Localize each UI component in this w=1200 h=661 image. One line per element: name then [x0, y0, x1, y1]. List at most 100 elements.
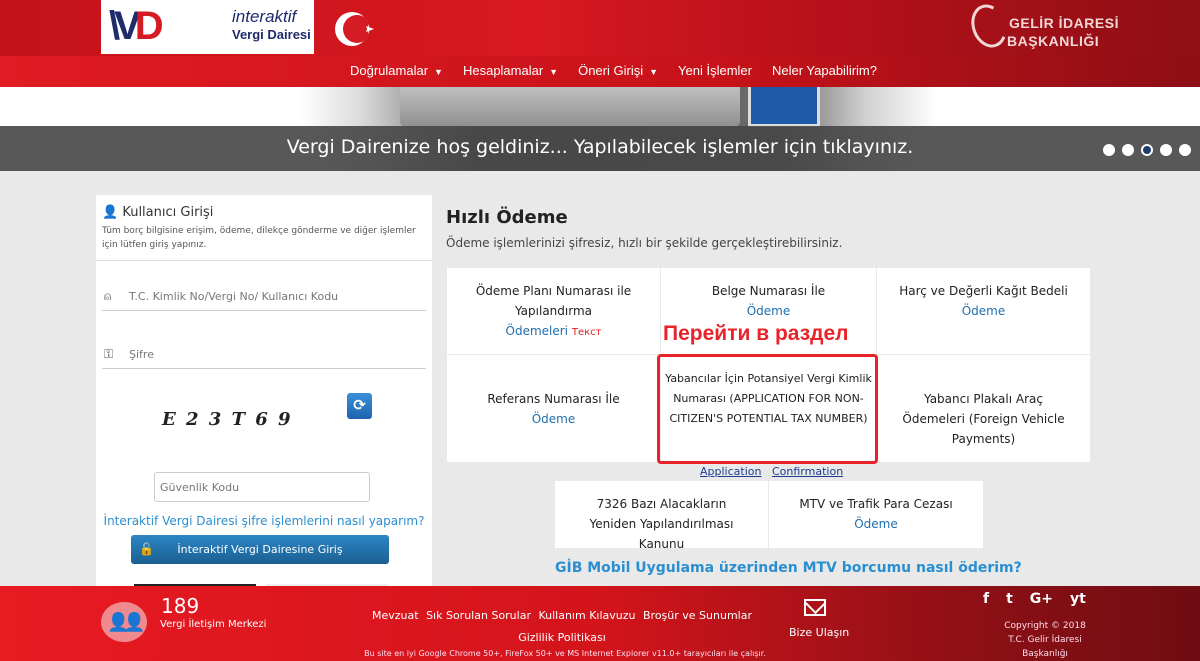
- login-panel: 👤 Kullanıcı Girişi Tüm borç bilgisine er…: [96, 195, 432, 587]
- cell-text: Belge Numarası İle: [711, 284, 826, 298]
- banner-caption-strip: Vergi Dairenize hoş geldiniz... Yapılabi…: [0, 126, 1200, 171]
- login-button-label: İnteraktif Vergi Dairesine Giriş: [177, 543, 343, 556]
- cell-text: Ödeme Planı Numarası ile Yapılandırma: [475, 284, 632, 318]
- footer-link-kilavuz[interactable]: Kullanım Kılavuzu: [538, 609, 635, 622]
- key-icon: ⚿: [104, 347, 114, 361]
- password-help-link[interactable]: İnteraktif Vergi Dairesi şifre işlemleri…: [96, 514, 432, 528]
- slider-dot-active[interactable]: [1141, 144, 1153, 156]
- mtv-help-link[interactable]: GİB Mobil Uygulama üzerinden MTV borcumu…: [555, 560, 1022, 576]
- ivd-logo[interactable]: \VD interaktif Vergi Dairesi: [101, 0, 314, 54]
- browser-note: Bu site en iyi Google Chrome 50+, FireFo…: [364, 649, 766, 658]
- password-field[interactable]: ⚿ Şifre: [102, 337, 426, 369]
- nav-label: Öneri Girişi: [578, 63, 644, 78]
- confirmation-link[interactable]: Confirmation: [772, 465, 843, 478]
- ivd-logo-mark: \VD: [109, 4, 164, 48]
- cell-7326-kanunu[interactable]: 7326 Bazı Alacakların Yeniden Yapılandır…: [555, 481, 768, 551]
- annotation-label: Перейти в раздел: [663, 322, 849, 345]
- cell-harc[interactable]: Harç ve Değerli Kağıt Bedeli Ödeme: [877, 268, 1090, 354]
- gib-logo-line1: GELİR İDARESİ: [1009, 15, 1119, 31]
- captcha-image: E 2 3 T 6 9: [162, 409, 293, 430]
- cell-referans-numarasi[interactable]: Referans Numarası İle Ödeme: [447, 355, 660, 462]
- banner-caption[interactable]: Vergi Dairenize hoş geldiniz... Yapılabi…: [0, 136, 1200, 158]
- quick-payment-title: Hızlı Ödeme: [446, 207, 568, 228]
- slider-dot[interactable]: [1179, 144, 1191, 156]
- envelope-icon[interactable]: [804, 599, 826, 616]
- cell-link[interactable]: Ödeme: [447, 409, 660, 429]
- cell-text: Harç ve Değerli Kağıt Bedeli: [899, 284, 1068, 298]
- header: \VD interaktif Vergi Dairesi GELİR İDARE…: [0, 0, 1200, 56]
- copyright-text: Copyright © 2018: [1004, 621, 1086, 631]
- nav-label: Yeni İşlemler: [678, 63, 752, 78]
- login-description: Tüm borç bilgisine erişim, ödeme, dilekç…: [102, 226, 416, 250]
- quick-payment-subtitle: Ödeme işlemlerinizi şifresiz, hızlı bir …: [446, 236, 843, 250]
- phone-image: [748, 87, 820, 127]
- caret-down-icon: ▼: [649, 67, 659, 77]
- overlay-text: Текст: [571, 327, 602, 338]
- nav-label: Doğrulamalar: [350, 63, 429, 78]
- footer-links: Mevzuat Sık Sorulan Sorular Kullanım Kıl…: [362, 605, 762, 649]
- caret-down-icon: ▼: [549, 67, 559, 77]
- laptop-image: [400, 87, 740, 127]
- cell-link[interactable]: Ödeme: [661, 301, 876, 321]
- social-links: f t G+ yt: [983, 591, 1086, 607]
- slider-dots: [1103, 144, 1191, 156]
- login-title: 👤 Kullanıcı Girişi: [102, 205, 426, 220]
- cell-text: Referans Numarası İle: [487, 392, 620, 406]
- footer-link-mevzuat[interactable]: Mevzuat: [372, 609, 419, 622]
- contact-link[interactable]: Bize Ulaşın: [789, 626, 849, 639]
- cell-text: MTV ve Trafik Para Cezası: [799, 497, 953, 511]
- cell-odeme-plani[interactable]: Ödeme Planı Numarası ile Yapılandırma Öd…: [447, 268, 660, 354]
- refresh-icon: ⟳: [353, 396, 366, 414]
- cell-yabanci-plakali[interactable]: Yabancı Plakalı Araç Ödemeleri (Foreign …: [877, 355, 1090, 462]
- username-field[interactable]: ⍝ T.C. Kimlik No/Vergi No/ Kullanıcı Kod…: [102, 279, 426, 311]
- captcha-refresh-button[interactable]: ⟳: [347, 393, 372, 419]
- call-center-label: Vergi İletişim Merkezi: [160, 619, 267, 630]
- username-placeholder: T.C. Kimlik No/Vergi No/ Kullanıcı Kodu: [129, 290, 339, 303]
- hero-banner[interactable]: Vergi Dairenize hoş geldiniz... Yapılabi…: [0, 87, 1200, 171]
- login-header: 👤 Kullanıcı Girişi Tüm borç bilgisine er…: [96, 195, 432, 261]
- call-center-icon: 👤 👤: [101, 602, 147, 642]
- turkish-flag-icon: [335, 12, 374, 46]
- footer-link-brosur[interactable]: Broşür ve Sunumlar: [643, 609, 752, 622]
- logo-text-interaktif: interaktif: [232, 7, 297, 26]
- slider-dot[interactable]: [1103, 144, 1115, 156]
- call-center-number[interactable]: 189: [161, 594, 199, 618]
- user-icon: 👤: [102, 205, 119, 220]
- nav-label: Hesaplamalar: [462, 63, 544, 78]
- gib-logo-line2: BAŞKANLIĞI: [1007, 33, 1100, 49]
- footer-link-sss[interactable]: Sık Sorulan Sorular: [426, 609, 531, 622]
- gib-logo[interactable]: GELİR İDARESİ BAŞKANLIĞI: [965, 0, 1122, 53]
- logo-text-vergi-dairesi: Vergi Dairesi: [232, 27, 311, 42]
- org-name: T.C. Gelir İdaresi Başkanlığı: [1008, 635, 1082, 659]
- facebook-icon[interactable]: f: [983, 591, 989, 607]
- nav-hesaplamalar[interactable]: Hesaplamalar ▼: [463, 63, 558, 78]
- cell-mtv[interactable]: MTV ve Trafik Para Cezası Ödeme: [769, 481, 983, 548]
- cell-link[interactable]: Ödemeleri: [506, 324, 569, 338]
- annotation-highlight-box: [657, 354, 878, 464]
- cell-text: Yabancı Plakalı Araç Ödemeleri (Foreign …: [902, 392, 1065, 446]
- security-code-input[interactable]: Güvenlik Kodu: [154, 472, 370, 502]
- login-title-text: Kullanıcı Girişi: [122, 205, 214, 220]
- google-plus-icon[interactable]: G+: [1030, 591, 1053, 607]
- twitter-icon[interactable]: t: [1006, 591, 1013, 607]
- login-button[interactable]: 🔓 İnteraktif Vergi Dairesine Giriş: [131, 535, 389, 564]
- nav-neler-yapabilirim[interactable]: Neler Yapabilirim?: [772, 63, 877, 78]
- cell-link[interactable]: Ödeme: [769, 514, 983, 534]
- nav-yeni-islemler[interactable]: Yeni İşlemler: [678, 63, 752, 78]
- password-placeholder: Şifre: [129, 348, 154, 361]
- footer-link-gizlilik[interactable]: Gizlilik Politikası: [518, 631, 606, 644]
- slider-dot[interactable]: [1160, 144, 1172, 156]
- caret-down-icon: ▼: [434, 67, 443, 77]
- user-outline-icon: ⍝: [104, 289, 112, 303]
- cell-link[interactable]: Ödeme: [877, 301, 1090, 321]
- nav-oneri-girisi[interactable]: Öneri Girişi ▼: [578, 63, 658, 78]
- nav-label: Neler Yapabilirim?: [771, 63, 877, 78]
- footer: 👤 👤 189 Vergi İletişim Merkezi Mevzuat Sı…: [0, 586, 1200, 661]
- slider-dot[interactable]: [1122, 144, 1134, 156]
- copyright: Copyright © 2018 T.C. Gelir İdaresi Başk…: [985, 619, 1105, 661]
- youtube-icon[interactable]: yt: [1070, 591, 1086, 607]
- nav-dogrulamalar[interactable]: Doğrulamalar ▼: [350, 63, 443, 78]
- main-nav: Doğrulamalar ▼ Hesaplamalar ▼ Öneri Girişi…: [0, 56, 1200, 87]
- application-link[interactable]: Application: [700, 465, 761, 478]
- gib-mark-icon: [965, 0, 1013, 53]
